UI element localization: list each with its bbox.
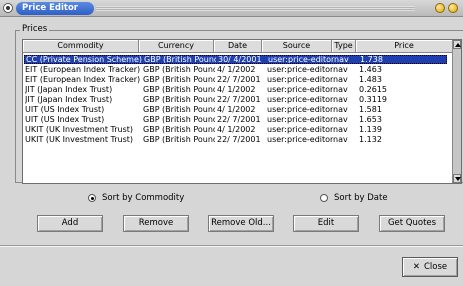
cell-commodity: UIT (US Index Trust) [25,105,105,114]
table-row[interactable]: EIT (European Index Tracker) GBP (British… [24,65,447,74]
cell-currency: GBP (British Pound) [144,56,216,63]
column-header-price[interactable]: Price [356,40,453,53]
price-list[interactable]: Commodity Currency Date Source Type Pric… [22,39,462,184]
table-row[interactable]: UIT (US Index Trust) GBP (British Pound) 4… [24,105,447,114]
cell-currency: GBP (British Pound) [143,125,215,134]
column-header-currency[interactable]: Currency [139,40,214,53]
radio-selected-icon [88,193,96,202]
cell-price: 1.132 [359,135,382,144]
edit-button[interactable]: Edit [293,215,359,232]
cell-type: nav [333,115,348,124]
cell-commodity: UKIT (UK Investment Trust) [25,125,134,134]
cell-type: nav [333,65,348,74]
cell-type: nav [334,56,349,63]
cell-type: nav [333,75,348,84]
cell-date: 4/ 1/2002 [217,65,256,74]
cell-source: user:price-editor [267,125,333,134]
cell-price: 0.2615 [359,85,387,94]
column-header-date[interactable]: Date [214,40,262,53]
cell-type: nav [333,135,348,144]
radio-unselected-icon [320,193,328,202]
table-row[interactable]: JIT (Japan Index Trust) GBP (British Poun… [24,85,447,94]
title-bar[interactable]: Price Editor [0,0,463,17]
cell-commodity: JIT (Japan Index Trust) [25,85,113,94]
cell-commodity: CC (Private Pension Scheme) [26,56,142,63]
cell-price: 1.738 [360,56,383,63]
cell-source: user:price-editor [267,95,333,104]
window-menu-icon[interactable] [3,3,13,13]
cell-date: 4/ 1/2002 [217,125,256,134]
cell-commodity: JIT (Japan Index Trust) [25,95,113,104]
close-button[interactable]: ✕ Close [402,257,458,277]
cell-currency: GBP (British Pound) [143,135,215,144]
table-row[interactable]: CC (Private Pension Scheme) GBP (British … [24,55,447,64]
cell-source: user:price-editor [267,115,333,124]
cell-commodity: UKIT (UK Investment Trust) [25,135,134,144]
cell-currency: GBP (British Pound) [143,85,215,94]
cell-price: 1.139 [359,125,382,134]
cell-source: user:price-editor [267,135,333,144]
cell-currency: GBP (British Pound) [143,75,215,84]
scroll-down-icon[interactable] [453,174,461,183]
cell-price: 1.653 [359,115,382,124]
minimize-icon[interactable] [435,3,445,13]
table-row[interactable]: UKIT (UK Investment Trust) GBP (British P… [24,135,447,144]
sort-by-commodity-radio[interactable]: Sort by Commodity [88,193,184,203]
prices-group-label: Prices [20,24,50,34]
get-quotes-button[interactable]: Get Quotes [379,215,445,232]
cell-type: nav [333,105,348,114]
cell-source: user:price-editor [268,56,334,63]
cell-date: 30/ 4/2001 [218,56,262,63]
table-row[interactable]: UKIT (UK Investment Trust) GBP (British P… [24,125,447,134]
cell-price: 1.581 [359,105,382,114]
cell-source: user:price-editor [267,85,333,94]
cell-price: 1.463 [359,65,382,74]
separator [0,245,463,247]
remove-old-button[interactable]: Remove Old... [208,215,274,232]
cell-commodity: EIT (European Index Tracker) [25,65,141,74]
cell-source: user:price-editor [267,65,333,74]
cell-source: user:price-editor [267,75,333,84]
cell-date: 22/ 7/2001 [217,95,261,104]
vertical-scrollbar[interactable] [452,40,461,183]
sort-by-date-radio[interactable]: Sort by Date [320,193,388,203]
column-header-type[interactable]: Type [332,40,356,53]
table-row[interactable]: UIT (US Index Trust) GBP (British Pound) 2… [24,115,447,124]
scroll-up-icon[interactable] [453,40,461,49]
cell-currency: GBP (British Pound) [143,95,215,104]
table-row[interactable]: JIT (Japan Index Trust) GBP (British Poun… [24,95,447,104]
column-header-commodity[interactable]: Commodity [23,40,139,53]
cell-date: 4/ 1/2002 [217,105,256,114]
cell-commodity: UIT (US Index Trust) [25,115,105,124]
add-button[interactable]: Add [37,215,103,232]
table-row[interactable]: EIT (European Index Tracker) GBP (British… [24,75,447,84]
cell-type: nav [333,125,348,134]
close-window-icon[interactable] [448,3,458,13]
sort-by-commodity-label: Sort by Commodity [102,193,185,203]
cell-commodity: EIT (European Index Tracker) [25,75,141,84]
remove-button[interactable]: Remove [123,215,189,232]
cell-price: 1.483 [359,75,382,84]
close-x-icon: ✕ [412,262,420,272]
cell-currency: GBP (British Pound) [143,105,215,114]
title-bar-texture [96,6,415,11]
window-title: Price Editor [16,2,94,15]
column-header-source[interactable]: Source [262,40,332,53]
cell-date: 4/ 1/2002 [217,85,256,94]
cell-price: 0.3119 [359,95,387,104]
close-button-label: Close [423,262,448,272]
sort-by-date-label: Sort by Date [334,193,388,203]
cell-date: 22/ 7/2001 [217,115,261,124]
cell-currency: GBP (British Pound) [143,65,215,74]
cell-date: 22/ 7/2001 [217,75,261,84]
cell-source: user:price-editor [267,105,333,114]
cell-type: nav [333,85,348,94]
cell-date: 22/ 7/2001 [217,135,261,144]
cell-currency: GBP (British Pound) [143,115,215,124]
cell-type: nav [333,95,348,104]
